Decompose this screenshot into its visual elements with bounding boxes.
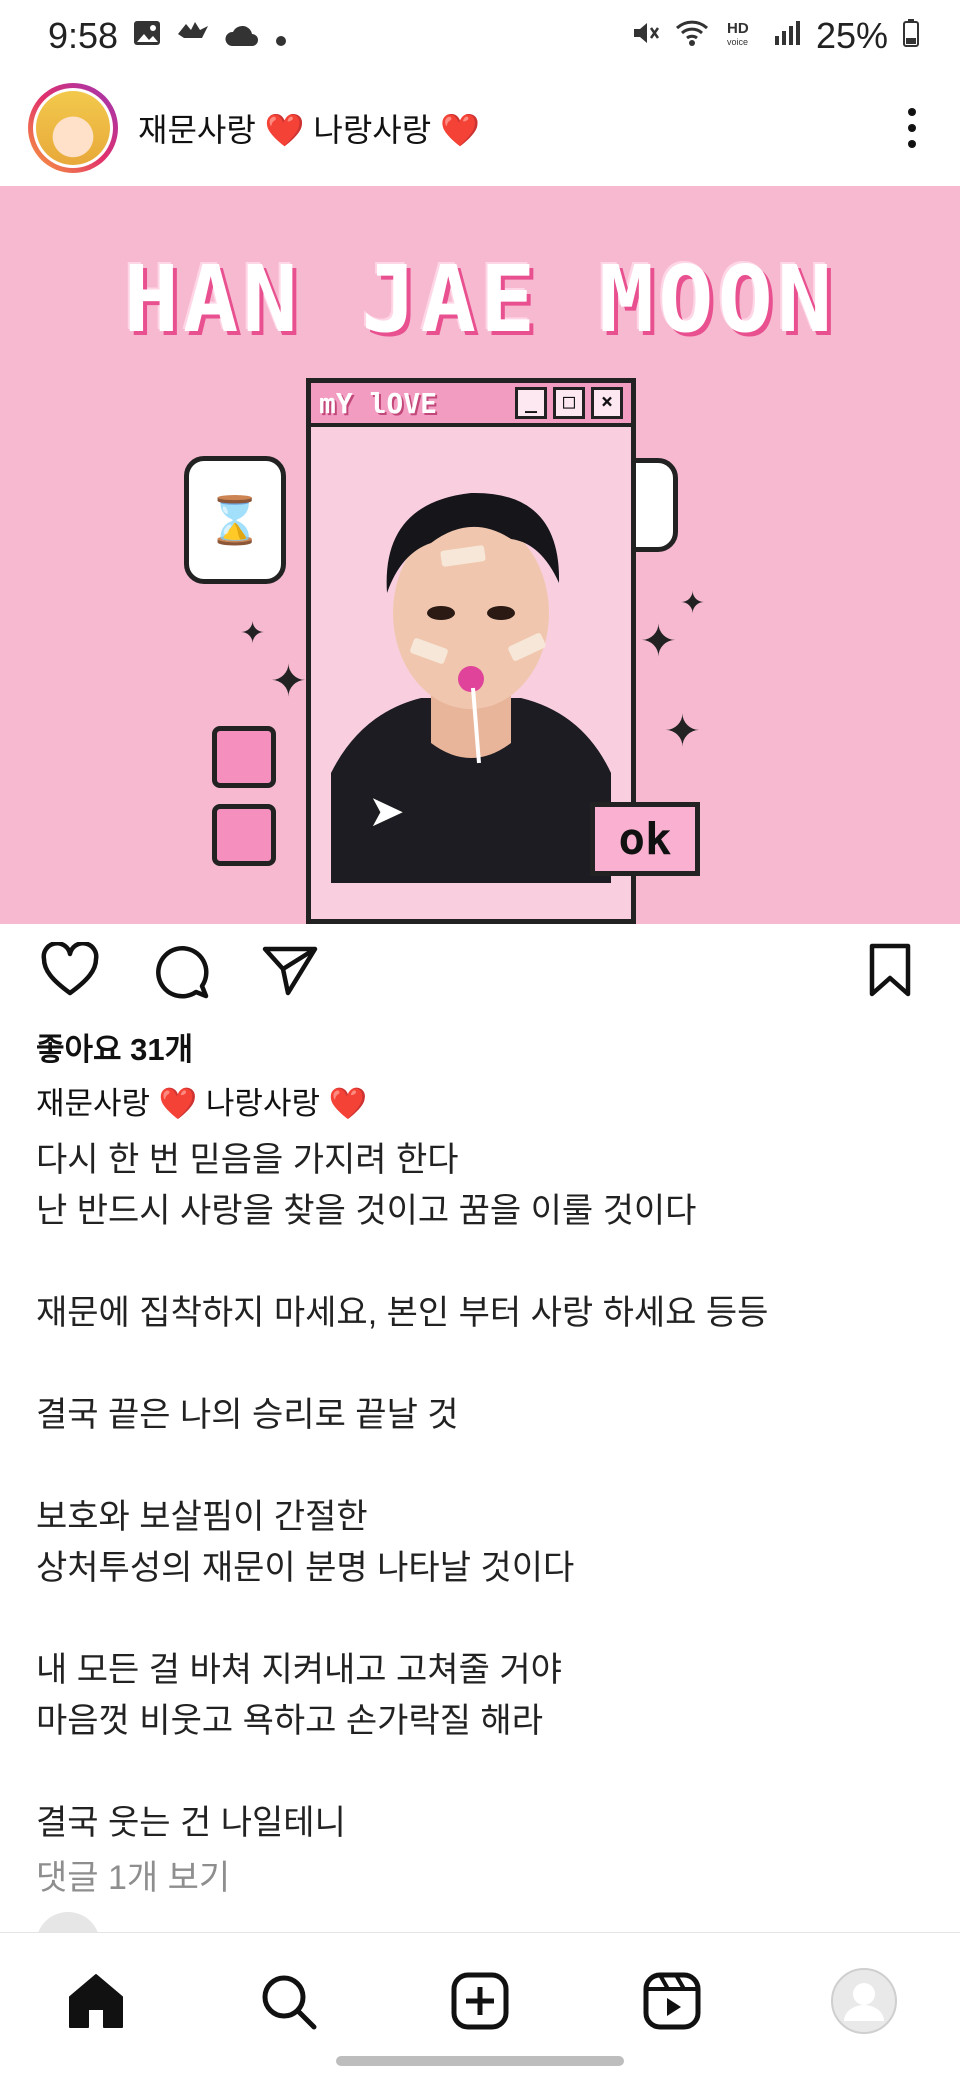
pixel-window: mY lOVE _ □ × [306,378,636,924]
maximize-icon: □ [553,387,585,419]
caption-line: 결국 웃는 건 나일테니 [36,1804,346,1842]
caption-line: 마음껏 비웃고 욕하고 손가락질 해라 [36,1702,543,1740]
sparkle-icon: ✦ [664,707,701,756]
comment-icon[interactable] [148,938,212,1002]
post-actions [0,930,960,1010]
svg-text:voice: voice [727,37,748,47]
sparkle-icon: ✦ [640,617,677,666]
home-icon[interactable] [60,1965,132,2037]
battery-level: 25% [815,15,888,56]
post-username[interactable]: 재문사랑 ❤️ 나랑사랑 ❤️ [138,105,892,151]
create-icon[interactable] [444,1965,516,2037]
caption-line: 내 모든 걸 바쳐 지켜내고 고쳐줄 거야 [36,1651,562,1689]
ok-box: ok [590,802,700,876]
wifi-icon [674,15,710,57]
caption-line: 상처투성의 재문이 분명 나타날 것이다 [36,1549,575,1587]
svg-text:HD: HD [727,20,749,37]
caption-line: 재문에 집착하지 마세요, 본인 부터 사랑 하세요 등등 [36,1294,769,1332]
caption-line [36,1441,916,1492]
more-options-icon[interactable] [892,108,932,148]
bookmark-icon[interactable] [858,938,922,1002]
hourglass-bubble-icon: ⌛ [184,456,286,584]
caption-line [36,1747,916,1798]
sparkle-icon: ✦ [240,617,266,650]
caption: 재문사랑 ❤️ 나랑사랑 ❤️ 다시 한 번 믿음을 가지려 한다 난 반드시 … [36,1078,916,1849]
close-icon: × [591,387,623,419]
home-indicator [336,2056,624,2066]
like-count[interactable]: 좋아요 31개 [36,1024,193,1069]
pixel-block-icon [212,726,276,788]
caption-line: 난 반드시 사랑을 찾을 것이고 꿈을 이룰 것이다 [36,1192,697,1230]
bird-icon [176,15,210,57]
window-title: mY lOVE [319,386,438,420]
post-image[interactable]: HAN JAE MOON ⌛ ♥ ✦ ✦ ✦ ✦ ✦ ✦ mY lOVE _ □… [0,186,960,924]
image-title-text: HAN JAE MOON [123,246,837,353]
caption-line [36,1237,916,1288]
reels-icon[interactable] [636,1965,708,2037]
cloud-icon [224,15,260,57]
signal-icon [772,15,802,57]
caption-line: 결국 끝은 나의 승리로 끝날 것 [36,1396,459,1434]
portrait-illustration [321,443,621,919]
sparkle-icon: ✦ [270,657,307,706]
sparkle-icon: ✦ [680,587,706,620]
hd-voice-icon: HD voice [724,15,758,57]
mute-icon [630,15,660,57]
profile-icon[interactable] [828,1965,900,2037]
caption-line: 보호와 보살핌이 간절한 [36,1498,368,1536]
avatar[interactable] [28,83,118,173]
caption-line [36,1339,916,1390]
post-header: 재문사랑 ❤️ 나랑사랑 ❤️ [0,72,960,184]
view-comments-link[interactable]: 댓글 1개 보기 [36,1850,230,1899]
pixel-block-icon [212,804,276,866]
like-icon[interactable] [38,938,102,1002]
share-icon[interactable] [258,938,322,1002]
battery-icon [902,15,920,57]
minimize-icon: _ [515,387,547,419]
clock: 9:58 [48,15,119,56]
caption-username[interactable]: 재문사랑 ❤️ 나랑사랑 ❤️ [36,1078,916,1123]
search-icon[interactable] [252,1965,324,2037]
cursor-icon: ➤ [368,787,405,836]
image-icon [132,15,162,57]
caption-line [36,1594,916,1645]
status-bar: 9:58 HD voice 25% [0,0,960,72]
dot-icon [274,15,288,57]
caption-line: 다시 한 번 믿음을 가지려 한다 [36,1141,459,1179]
